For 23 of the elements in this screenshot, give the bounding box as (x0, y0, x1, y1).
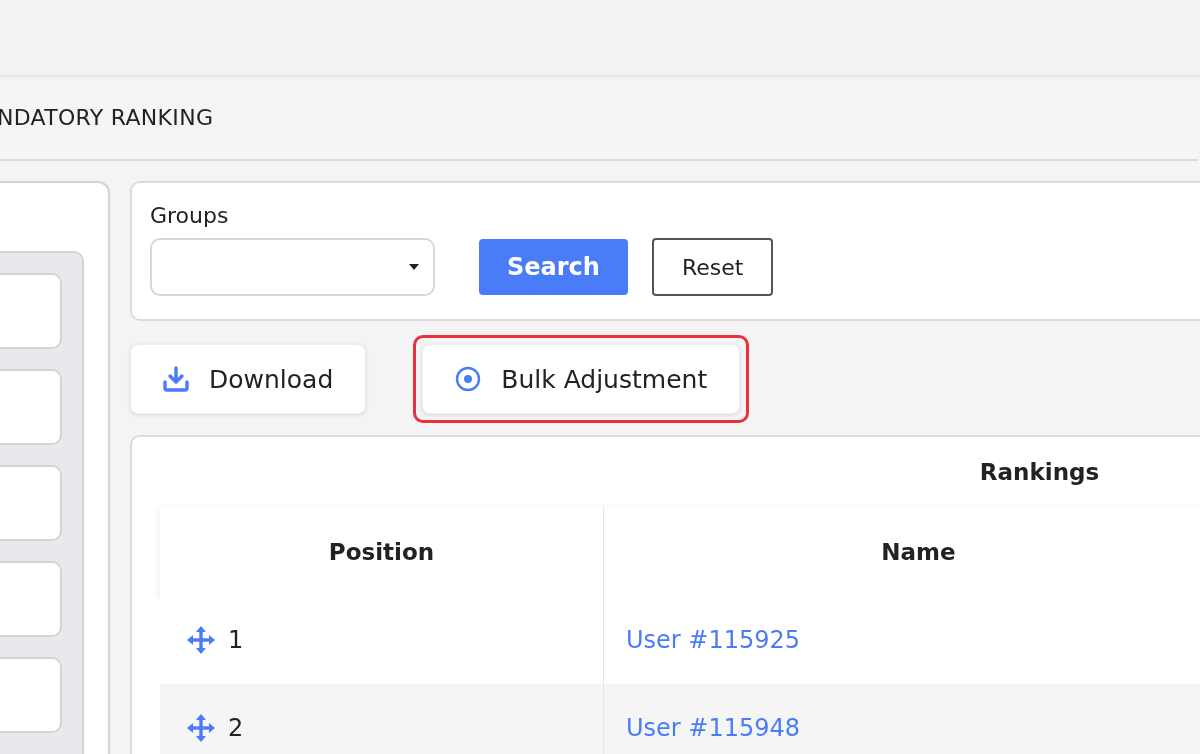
drag-handle-icon[interactable] (186, 625, 216, 655)
column-header: Name (881, 538, 956, 565)
drag-handle-icon[interactable] (186, 713, 216, 743)
action-button[interactable]: Bulk Adjustment (422, 344, 741, 414)
reset-button[interactable]: Reset (651, 238, 774, 296)
target-icon (455, 366, 482, 392)
position-number: 1 (228, 626, 244, 654)
caret-icon (409, 264, 419, 270)
list-card[interactable] (0, 369, 62, 445)
position-number: 2 (228, 714, 244, 742)
groups-label: Groups (150, 203, 230, 228)
table-title: Rankings (979, 459, 1100, 485)
list-card[interactable] (0, 657, 62, 733)
action-button[interactable]: Download (130, 344, 367, 414)
list-card[interactable] (0, 465, 62, 541)
download-icon (163, 366, 189, 392)
list-card[interactable] (0, 273, 62, 349)
column-header: Position (328, 538, 435, 565)
groups-select[interactable] (150, 238, 435, 296)
list-card[interactable] (0, 561, 62, 637)
search-button[interactable]: Search (479, 239, 628, 295)
user-link[interactable]: User #115925 (626, 626, 801, 654)
page-title: NDATORY RANKING (0, 104, 214, 130)
